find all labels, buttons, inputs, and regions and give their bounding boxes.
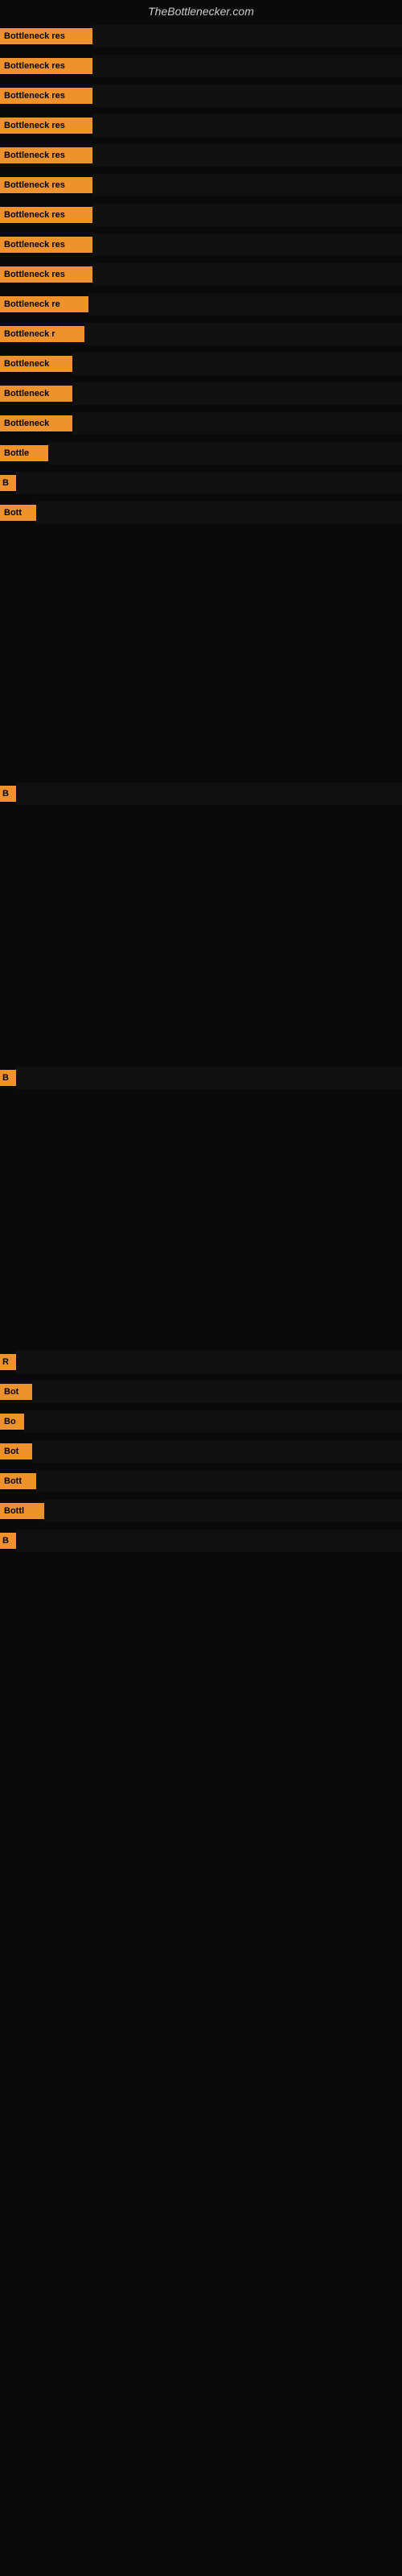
bar-track-24 <box>36 1470 402 1492</box>
bar-track-19 <box>16 1067 402 1089</box>
bar-track-26 <box>16 1530 402 1552</box>
bar-row-4: Bottleneck res <box>0 112 402 139</box>
bar-track-9 <box>92 263 402 286</box>
bar-row-19: B <box>0 1064 402 1092</box>
bar-label-18: B <box>0 786 16 802</box>
bar-row-22: Bo <box>0 1408 402 1435</box>
dark-section-final <box>0 1557 402 2281</box>
bar-track-23 <box>32 1440 402 1463</box>
bar-row-16: B <box>0 469 402 497</box>
bar-track-25 <box>44 1500 402 1522</box>
bar-track-7 <box>92 204 402 226</box>
bar-track-12 <box>72 353 402 375</box>
bar-track-18 <box>16 782 402 805</box>
bar-label-7: Bottleneck res <box>0 207 92 223</box>
bar-row-8: Bottleneck res <box>0 231 402 258</box>
bar-label-20: R <box>0 1354 16 1370</box>
bar-track-1 <box>92 25 402 47</box>
bar-track-22 <box>24 1410 402 1433</box>
bar-label-26: B <box>0 1533 16 1549</box>
bar-row-23: Bot <box>0 1438 402 1465</box>
bar-row-11: Bottleneck r <box>0 320 402 348</box>
bar-label-4: Bottleneck res <box>0 118 92 134</box>
bar-label-11: Bottleneck r <box>0 326 84 342</box>
bar-track-17 <box>36 502 402 524</box>
site-title: TheBottlenecker.com <box>0 0 402 21</box>
bar-label-25: Bottl <box>0 1503 44 1519</box>
bar-track-8 <box>92 233 402 256</box>
bar-label-3: Bottleneck res <box>0 88 92 104</box>
bar-row-14: Bottleneck <box>0 410 402 437</box>
bar-row-10: Bottleneck re <box>0 291 402 318</box>
bar-label-5: Bottleneck res <box>0 147 92 163</box>
bar-track-5 <box>92 144 402 167</box>
bar-row-7: Bottleneck res <box>0 201 402 229</box>
bar-label-15: Bottle <box>0 445 48 461</box>
bar-row-15: Bottle <box>0 440 402 467</box>
bar-track-13 <box>72 382 402 405</box>
bar-label-14: Bottleneck <box>0 415 72 431</box>
bar-label-19: B <box>0 1070 16 1086</box>
bar-track-11 <box>84 323 402 345</box>
bar-label-23: Bot <box>0 1443 32 1459</box>
bar-track-10 <box>88 293 402 316</box>
bar-row-3: Bottleneck res <box>0 82 402 109</box>
bar-label-6: Bottleneck res <box>0 177 92 193</box>
bar-row-20: R <box>0 1348 402 1376</box>
bar-label-2: Bottleneck res <box>0 58 92 74</box>
bar-row-13: Bottleneck <box>0 380 402 407</box>
bar-label-8: Bottleneck res <box>0 237 92 253</box>
bar-track-2 <box>92 55 402 77</box>
bar-label-16: B <box>0 475 16 491</box>
bar-track-15 <box>48 442 402 464</box>
bar-row-2: Bottleneck res <box>0 52 402 80</box>
bar-label-12: Bottleneck <box>0 356 72 372</box>
bar-row-21: Bot <box>0 1378 402 1406</box>
bar-track-14 <box>72 412 402 435</box>
dark-section-3 <box>0 1094 402 1348</box>
bar-label-22: Bo <box>0 1414 24 1430</box>
bar-track-3 <box>92 85 402 107</box>
bar-row-12: Bottleneck <box>0 350 402 378</box>
bar-row-5: Bottleneck res <box>0 142 402 169</box>
bar-label-1: Bottleneck res <box>0 28 92 44</box>
bar-label-13: Bottleneck <box>0 386 72 402</box>
bar-track-6 <box>92 174 402 196</box>
bar-label-9: Bottleneck res <box>0 266 92 283</box>
bars-group-2: Bot Bo Bot Bott Bott <box>0 1378 402 1554</box>
bar-row-1: Bottleneck res <box>0 23 402 50</box>
bars-group-1: Bottleneck res Bottleneck res Bottleneck… <box>0 21 402 530</box>
bar-track-16 <box>16 472 402 494</box>
bar-track-20 <box>16 1351 402 1373</box>
dark-section-2 <box>0 810 402 1064</box>
bar-row-26: B <box>0 1527 402 1554</box>
bar-row-17: Bott <box>0 499 402 526</box>
bar-row-18: B <box>0 780 402 807</box>
bar-row-6: Bottleneck res <box>0 171 402 199</box>
bar-track-21 <box>32 1381 402 1403</box>
bar-row-9: Bottleneck res <box>0 261 402 288</box>
bar-row-25: Bottl <box>0 1497 402 1525</box>
dark-section-1 <box>0 530 402 780</box>
bar-label-21: Bot <box>0 1384 32 1400</box>
bar-label-17: Bott <box>0 505 36 521</box>
bar-row-24: Bott <box>0 1468 402 1495</box>
bar-track-4 <box>92 114 402 137</box>
bar-label-10: Bottleneck re <box>0 296 88 312</box>
bar-label-24: Bott <box>0 1473 36 1489</box>
